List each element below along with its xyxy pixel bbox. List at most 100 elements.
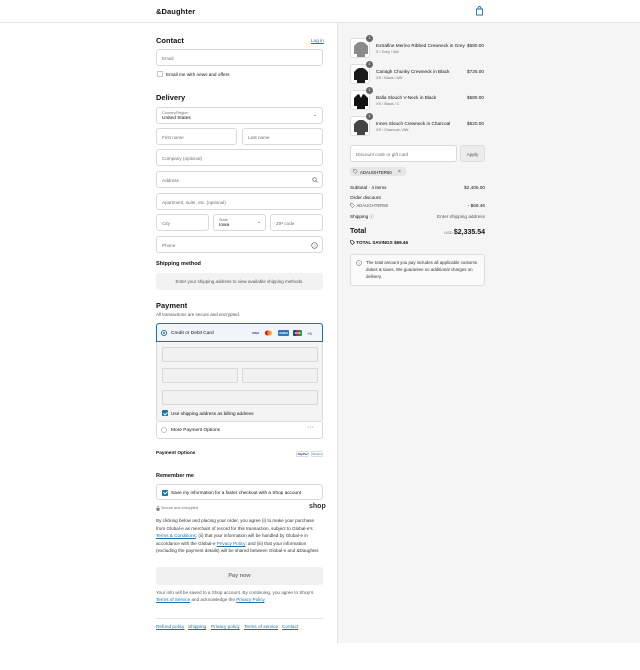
payment-options-heading: Payment Options <box>156 451 196 456</box>
login-link[interactable]: Log in <box>311 38 324 43</box>
pay-now-button[interactable]: Pay now <box>156 567 323 585</box>
state-select[interactable]: State Iowa ⌄ <box>213 214 266 231</box>
first-name-field[interactable]: First name <box>156 128 237 145</box>
quantity-badge: 1 <box>366 113 373 120</box>
shop-terms-link[interactable]: Terms of Service <box>156 597 190 602</box>
security-code-field[interactable] <box>242 368 318 383</box>
brand-logo[interactable]: &Daughter <box>156 7 195 16</box>
shopping-bag-icon[interactable] <box>475 6 484 16</box>
card-number-field[interactable] <box>162 347 318 362</box>
help-icon[interactable]: ⓘ <box>370 214 374 219</box>
subtotal-value: $2,405.00 <box>464 185 485 190</box>
company-field[interactable]: Company (optional) <box>156 149 323 166</box>
company-placeholder: Company (optional) <box>162 155 203 161</box>
shipping-notice-text: Enter your shipping address to view avai… <box>175 279 304 284</box>
discount-code-row: ADAUGHTER50 - $69.46 <box>350 203 485 209</box>
last-name-placeholder: Last name <box>248 134 270 140</box>
newsletter-checkbox[interactable] <box>157 71 163 77</box>
item-name: Balla Slouch V-Neck in Black <box>376 95 437 100</box>
billing-same-label: Use shipping address as billing address <box>171 410 254 416</box>
more-options-label: More Payment Options <box>171 427 221 433</box>
email-placeholder: Email <box>162 55 174 61</box>
address-placeholder: Address <box>162 177 179 183</box>
item-name: Innes Slouch Crewneck in Charcoal <box>376 121 451 126</box>
footer-contact-link[interactable]: Contact <box>282 624 298 629</box>
quantity-badge: 1 <box>366 61 373 68</box>
remember-me-box: Save my information for a faster checkou… <box>156 484 323 500</box>
card-radio[interactable] <box>161 330 167 336</box>
billing-same-checkbox[interactable] <box>162 410 168 416</box>
svg-text:i: i <box>359 262 360 266</box>
site-header: &Daughter <box>0 0 640 23</box>
savings-label: TOTAL SAVINGS <box>356 240 393 245</box>
remember-me-heading: Remember me <box>156 473 194 479</box>
payment-panel: Credit or Debit Card VISA AMEX JCB +3 Us… <box>156 323 323 422</box>
item-price: $725.00 <box>467 69 484 74</box>
apply-button[interactable]: Apply <box>460 145 485 162</box>
save-info-label: Save my information for a faster checkou… <box>171 490 302 495</box>
item-variant: XS / Black / C <box>376 102 400 106</box>
footer-shipping-link[interactable]: Shipping <box>188 624 206 629</box>
remove-discount-icon[interactable]: × <box>398 169 401 175</box>
checkout-form: Contact Log in Email Email me with news … <box>0 23 337 670</box>
help-icon[interactable]: ? <box>311 241 318 249</box>
contact-heading: Contact <box>156 36 184 45</box>
svg-text:?: ? <box>313 243 316 248</box>
item-variant: XS / Black / AW <box>376 76 403 80</box>
total-row: Total USD $2,335.54 <box>350 228 485 238</box>
item-name: Cariagh Chunky Crewneck in Black <box>376 69 450 74</box>
address-field[interactable]: Address <box>156 171 323 188</box>
total-label: Total <box>350 228 367 235</box>
mastercard-icon <box>265 330 272 336</box>
newsletter-label: Email me with news and offers <box>166 71 230 77</box>
email-field[interactable]: Email <box>156 49 323 66</box>
country-label: Country/Region <box>162 110 189 115</box>
country-value: United States <box>162 116 191 121</box>
discount-value: - $69.46 <box>467 203 485 208</box>
footer-terms-link[interactable]: Terms of service <box>244 624 278 629</box>
discount-code-field[interactable]: Discount code or gift card <box>350 145 457 162</box>
paypal-badge[interactable]: PayPal <box>296 451 309 457</box>
total-savings-row: TOTAL SAVINGS $69.46 <box>350 240 485 246</box>
apartment-field[interactable]: Apartment, suite, etc. (optional) <box>156 193 323 210</box>
country-select[interactable]: Country/Region United States ⌄ <box>156 107 323 124</box>
terms-link[interactable]: Terms & Conditions <box>156 533 196 538</box>
shipping-label: Shipping <box>350 214 369 219</box>
apply-label: Apply <box>466 151 479 157</box>
zip-placeholder: ZIP code <box>276 220 295 226</box>
subtotal-label: Subtotal · 4 items <box>350 185 387 190</box>
more-options-radio[interactable] <box>161 427 167 433</box>
shop-logo: shop <box>309 503 326 510</box>
duties-info-text: The total amount you pay includes all ap… <box>366 260 478 280</box>
privacy-link[interactable]: Privacy Policy <box>217 541 246 546</box>
cardholder-name-field[interactable] <box>162 390 318 405</box>
city-field[interactable]: City <box>156 214 209 231</box>
state-label: State <box>219 217 228 222</box>
visa-icon: VISA <box>251 331 259 335</box>
discount-placeholder: Discount code or gift card <box>356 151 409 157</box>
expiry-field[interactable] <box>162 368 238 383</box>
pay-now-label: Pay now <box>228 572 251 579</box>
item-price: $520.00 <box>467 121 484 126</box>
item-price: $580.00 <box>467 43 484 48</box>
footer-privacy-link[interactable]: Privacy policy <box>211 624 240 629</box>
amex-icon: AMEX <box>278 330 289 336</box>
order-summary: 1 Extrafine Merino Ribbed Crewneck in Gr… <box>337 23 640 643</box>
state-value: Iowa <box>219 223 230 228</box>
applied-discount-tag: ADAUGHTER50 × <box>350 167 406 176</box>
card-option-label: Credit or Debit Card <box>171 330 214 336</box>
card-option-row[interactable]: Credit or Debit Card VISA AMEX JCB +3 <box>156 323 323 342</box>
lock-icon <box>156 506 160 511</box>
phone-field[interactable]: Phone ? <box>156 236 323 253</box>
zip-field[interactable]: ZIP code <box>270 214 323 231</box>
payment-heading: Payment <box>156 301 188 310</box>
last-name-field[interactable]: Last name <box>242 128 323 145</box>
footer-refund-link[interactable]: Refund policy <box>156 624 184 629</box>
venmo-badge[interactable]: Venmo <box>311 451 323 457</box>
shop-privacy-link[interactable]: Privacy Policy <box>236 597 264 602</box>
chevron-down-icon: ⌄ <box>256 219 261 225</box>
more-payment-options-row[interactable]: More Payment Options ··· <box>156 422 323 439</box>
more-icon: ··· <box>307 424 314 431</box>
save-info-checkbox[interactable] <box>162 489 168 496</box>
duties-info-box: i The total amount you pay includes all … <box>350 254 485 286</box>
